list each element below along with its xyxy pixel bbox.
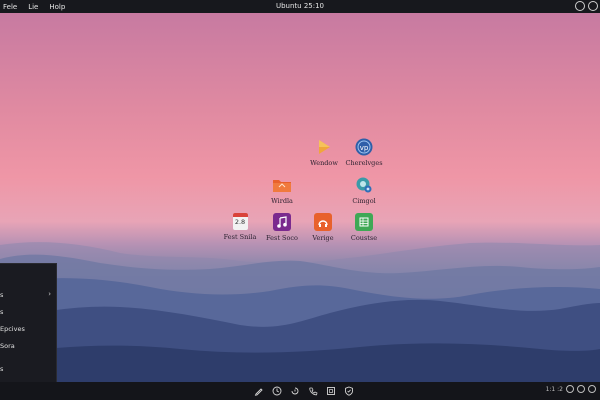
side-menu-item[interactable]: Epcives bbox=[0, 325, 56, 337]
calendar-date: 2.8 bbox=[234, 218, 246, 226]
calendar-icon: 2.8 bbox=[232, 213, 248, 230]
side-menu-label: s bbox=[0, 308, 4, 316]
history-icon[interactable] bbox=[288, 385, 301, 397]
settings-icon[interactable] bbox=[575, 1, 585, 11]
side-menu-item[interactable]: s bbox=[0, 308, 56, 320]
side-menu-label: s bbox=[0, 291, 4, 299]
tray-clock: 1:1 :2 bbox=[545, 385, 563, 393]
app-menu: Fele Lie Holp bbox=[3, 3, 65, 11]
network-icon[interactable] bbox=[566, 385, 574, 393]
desktop-icon-label: Wirdla bbox=[271, 197, 293, 205]
desktop-icon-label: Fest Snila bbox=[223, 233, 257, 241]
shield-icon[interactable] bbox=[342, 385, 355, 397]
menu-file[interactable]: Fele bbox=[3, 3, 17, 11]
desktop-icon-label: Fest Soco bbox=[266, 234, 298, 242]
vscode-icon: vp bbox=[355, 138, 373, 156]
power-icon[interactable] bbox=[588, 385, 596, 393]
top-bar: Fele Lie Holp Ubuntu 25:10 bbox=[0, 0, 600, 13]
taskbar: 1:1 :2 bbox=[0, 382, 600, 400]
clock-icon[interactable] bbox=[270, 385, 283, 397]
volume-icon[interactable] bbox=[577, 385, 585, 393]
power-icon[interactable] bbox=[588, 1, 598, 11]
taskbar-tray: 1:1 :2 bbox=[546, 385, 596, 393]
desktop-icon-label: Verige bbox=[312, 234, 334, 242]
music-icon bbox=[273, 213, 291, 231]
chevron-right-icon: › bbox=[48, 290, 51, 298]
desktop-icon-label: Cimgol bbox=[352, 197, 376, 205]
side-menu-label: s bbox=[0, 365, 4, 373]
menu-edit[interactable]: Lie bbox=[28, 3, 38, 11]
spreadsheet-icon bbox=[355, 213, 373, 231]
desktop-icon-cherelvges[interactable]: vp Cherelvges bbox=[337, 138, 391, 167]
folder-icon bbox=[272, 176, 292, 194]
desktop-icon-label: Wendow bbox=[310, 159, 338, 167]
side-menu-item[interactable]: s › bbox=[0, 290, 56, 303]
software-icon bbox=[314, 213, 332, 231]
window-icon[interactable] bbox=[324, 385, 337, 397]
pen-icon[interactable] bbox=[252, 385, 265, 397]
window-title: Ubuntu 25:10 bbox=[275, 2, 325, 10]
desktop-icon-cimgol[interactable]: Cimgol bbox=[337, 176, 391, 205]
settings-icon bbox=[355, 176, 373, 194]
svg-text:vp: vp bbox=[360, 144, 369, 152]
menu-help[interactable]: Holp bbox=[49, 3, 65, 11]
side-menu-label: Epcives bbox=[0, 325, 25, 333]
desktop-icon-coustse[interactable]: Coustse bbox=[337, 213, 391, 242]
play-icon bbox=[315, 138, 333, 156]
side-menu-label: Sora bbox=[0, 342, 15, 350]
side-menu: s › s Epcives Sora s bbox=[0, 263, 57, 383]
system-tray bbox=[575, 1, 598, 11]
mountain-silhouettes bbox=[0, 242, 600, 385]
desktop-icon-label: Coustse bbox=[350, 234, 378, 242]
desktop-icon-wirdla[interactable]: Wirdla bbox=[255, 176, 309, 205]
side-menu-item[interactable]: s bbox=[0, 365, 56, 377]
desktop-icon-label: Cherelvges bbox=[345, 159, 383, 167]
phone-icon[interactable] bbox=[306, 385, 319, 397]
side-menu-item[interactable]: Sora bbox=[0, 342, 56, 354]
taskbar-icons bbox=[252, 385, 355, 397]
